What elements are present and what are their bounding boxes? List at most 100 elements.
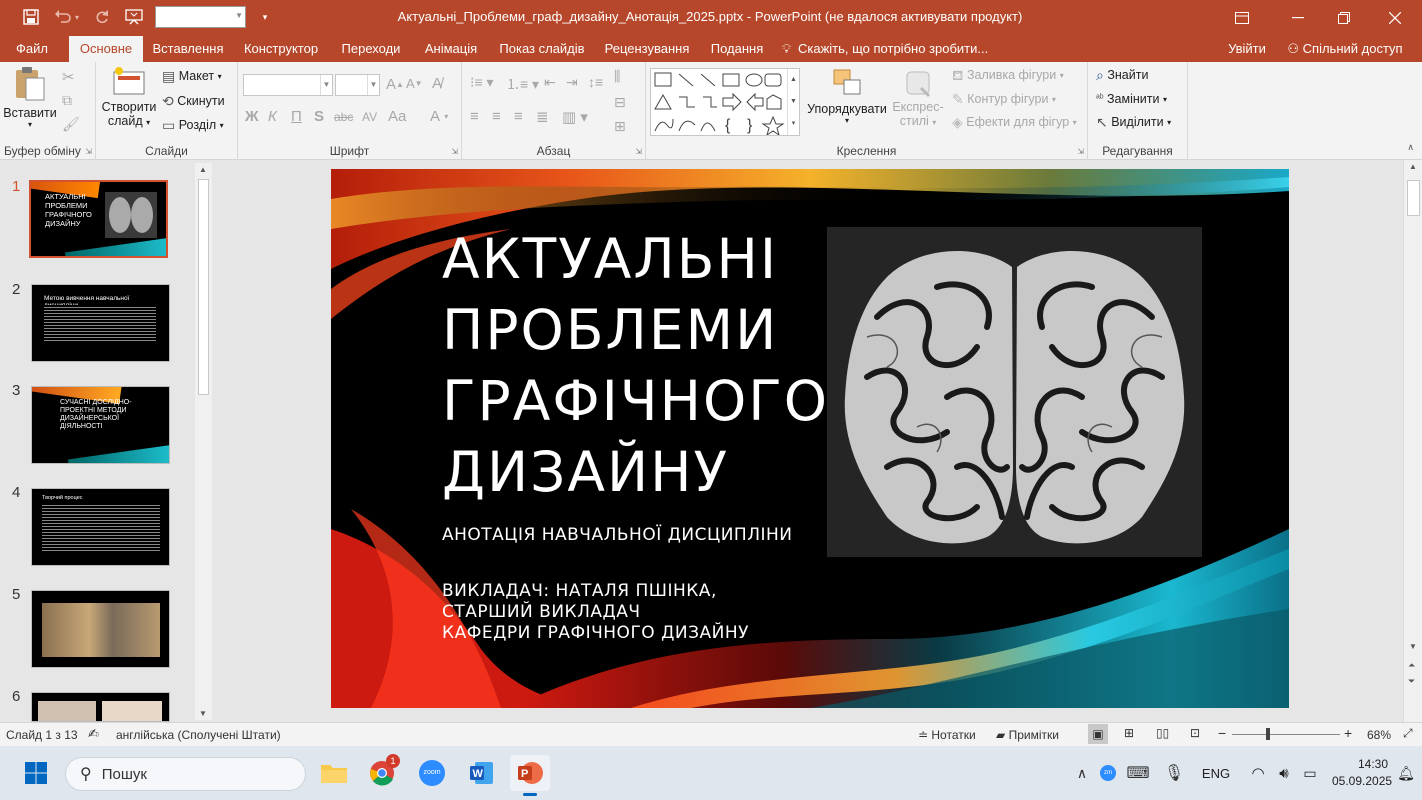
numbering-icon[interactable]: ⒈≡ ▾ xyxy=(506,74,539,94)
collapse-ribbon-icon[interactable]: ∧ xyxy=(1407,142,1414,153)
close-icon[interactable] xyxy=(1372,0,1418,36)
zoom-app-icon[interactable]: zoom xyxy=(414,755,450,791)
line-spacing-icon[interactable]: ↕≡ xyxy=(588,74,603,90)
align-right-icon[interactable]: ≡ xyxy=(514,108,523,125)
dialog-launcher-icon[interactable]: ⇲ xyxy=(85,147,92,156)
scroll-up-icon[interactable]: ▲ xyxy=(1409,162,1417,171)
spellcheck-icon[interactable]: ✍︎ xyxy=(88,726,99,742)
new-slide-button[interactable]: Створити слайд ▾ xyxy=(100,66,158,142)
select-button[interactable]: ↖ Виділити ▾ xyxy=(1096,115,1171,129)
shadow-button[interactable]: S xyxy=(314,108,324,125)
slide-scrollbar[interactable]: ▲ ▼ ⏶ ⏷ xyxy=(1403,160,1422,722)
copy-icon[interactable]: ⧉ xyxy=(62,92,72,109)
zoom-in-icon[interactable]: + xyxy=(1344,725,1352,741)
strikethrough-button[interactable]: abc xyxy=(334,110,353,124)
keyboard-icon[interactable]: ⌨ xyxy=(1120,755,1156,791)
dialog-launcher-icon[interactable]: ⇲ xyxy=(1077,147,1084,156)
shape-effects-button[interactable]: ◈ Ефекти для фігур ▾ xyxy=(952,115,1077,129)
shrink-font-icon[interactable]: A ▼ xyxy=(406,76,423,91)
undo-icon[interactable] xyxy=(52,6,74,28)
tab-design[interactable]: Конструктор xyxy=(237,36,325,62)
change-case-button[interactable]: Aa xyxy=(388,108,406,125)
tab-view[interactable]: Подання xyxy=(704,36,770,62)
justify-icon[interactable]: ≣ xyxy=(536,108,549,126)
text-direction-icon[interactable]: ⫼ xyxy=(614,68,620,85)
scroll-thumb[interactable] xyxy=(198,179,209,395)
paste-button[interactable]: Вставити ▾ xyxy=(3,66,57,140)
next-slide-icon[interactable]: ⏷ xyxy=(1408,676,1415,687)
input-language[interactable]: ENG xyxy=(1198,755,1234,791)
format-painter-icon[interactable]: 🖌︎ xyxy=(62,116,80,133)
arrange-button[interactable]: Упорядкувати ▾ xyxy=(804,68,890,142)
italic-button[interactable]: К xyxy=(268,108,277,125)
tab-insert[interactable]: Вставлення xyxy=(149,36,227,62)
slideshow-icon[interactable]: ⊡ xyxy=(1190,726,1200,740)
scroll-up-icon[interactable]: ▲ xyxy=(199,165,207,174)
save-icon[interactable] xyxy=(20,6,42,28)
tab-animations[interactable]: Анімація xyxy=(416,36,486,62)
font-size-combo[interactable]: ▼ xyxy=(335,74,380,96)
restore-icon[interactable] xyxy=(1321,0,1367,36)
zoom-level[interactable]: 68% xyxy=(1367,728,1391,742)
dialog-launcher-icon[interactable]: ⇲ xyxy=(635,147,642,156)
underline-button[interactable]: П xyxy=(291,108,302,125)
scroll-down-icon[interactable]: ▼ xyxy=(1409,642,1417,651)
tab-review[interactable]: Рецензування xyxy=(598,36,696,62)
lecturer-info[interactable]: ВИКЛАДАЧ: НАТАЛЯ ПШІНКА, СТАРШИЙ ВИКЛАДА… xyxy=(442,581,749,644)
tell-me-box[interactable]: 💡︎ Скажіть, що потрібно зробити... xyxy=(782,36,1012,62)
redo-icon[interactable] xyxy=(92,6,112,28)
zoom-out-icon[interactable]: − xyxy=(1218,725,1226,741)
customize-icon[interactable]: ▾ xyxy=(258,6,272,28)
increase-indent-icon[interactable]: ⇥ xyxy=(566,74,578,91)
chrome-icon[interactable]: 1 xyxy=(364,754,400,791)
zoom-slider[interactable] xyxy=(1232,728,1340,740)
windows-start-icon[interactable] xyxy=(18,755,54,791)
char-spacing-button[interactable]: AV xyxy=(362,110,377,124)
undo-dropdown-icon[interactable]: ▾ xyxy=(73,6,81,28)
font-name-combo[interactable]: ▼ xyxy=(243,74,333,96)
font-color-button[interactable]: A ▾ xyxy=(430,108,448,125)
replace-button[interactable]: ᵃᵇ Замінити ▾ xyxy=(1096,92,1167,106)
battery-icon[interactable]: ▭ xyxy=(1292,755,1328,791)
slide-title[interactable]: АКТУАЛЬНІ ПРОБЛЕМИ ГРАФІЧНОГО ДИЗАЙНУ xyxy=(442,224,827,508)
taskbar-search[interactable]: ⚲ Пошук xyxy=(65,757,306,791)
slide-thumbnail-2[interactable]: Метою вивчення навчальної дисципліни xyxy=(31,284,170,362)
presenter-icon[interactable] xyxy=(123,6,145,28)
layout-button[interactable]: ▤ Макет ▾ xyxy=(162,69,222,83)
clock[interactable]: 14:30 05.09.2025 xyxy=(1332,756,1392,790)
word-icon[interactable]: W xyxy=(464,755,500,791)
slide-1[interactable]: АКТУАЛЬНІ ПРОБЛЕМИ ГРАФІЧНОГО ДИЗАЙНУ АН… xyxy=(331,169,1289,708)
align-center-icon[interactable]: ≡ xyxy=(492,108,501,125)
shape-fill-button[interactable]: ⛾ Заливка фігури ▾ xyxy=(952,68,1064,82)
notes-button[interactable]: ≐ Нотатки xyxy=(918,728,976,742)
reading-view-icon[interactable]: ▯▯ xyxy=(1156,726,1169,740)
align-text-icon[interactable]: ⊟ xyxy=(614,94,626,111)
columns-icon[interactable]: ▥ ▾ xyxy=(562,108,588,126)
fit-slide-icon[interactable]: ⤢ xyxy=(1403,726,1413,741)
slide-sorter-icon[interactable]: ⊞ xyxy=(1124,726,1134,740)
sign-in-link[interactable]: Увійти xyxy=(1222,36,1272,62)
tab-home[interactable]: Основне xyxy=(69,36,143,62)
cut-icon[interactable]: ✂ xyxy=(62,68,75,86)
brain-image[interactable] xyxy=(827,227,1202,557)
font-quick-combo[interactable]: ▼ xyxy=(155,6,246,28)
minimize-icon[interactable] xyxy=(1275,0,1321,36)
shapes-gallery[interactable]: { } ▲ ▼ ▾ xyxy=(650,68,800,137)
powerpoint-icon[interactable]: P xyxy=(510,755,550,796)
scroll-down-icon[interactable]: ▼ xyxy=(199,709,207,718)
smartart-icon[interactable]: ⊞ xyxy=(614,118,626,135)
ribbon-display-icon[interactable] xyxy=(1219,0,1265,36)
microphone-icon[interactable]: 🎙︎ xyxy=(1156,755,1192,791)
slide-subtitle[interactable]: АНОТАЦІЯ НАВЧАЛЬНОЇ ДИСЦИПЛІНИ xyxy=(442,525,792,545)
gallery-scroll[interactable]: ▲ ▼ ▾ xyxy=(787,69,799,135)
reset-button[interactable]: ⟲ Скинути xyxy=(162,94,225,108)
shape-outline-button[interactable]: ✎ Контур фігури ▾ xyxy=(952,92,1056,106)
decrease-indent-icon[interactable]: ⇤ xyxy=(544,74,556,91)
align-left-icon[interactable]: ≡ xyxy=(470,108,479,125)
slide-thumbnail-4[interactable]: Творчий процес xyxy=(31,488,170,566)
bullets-icon[interactable]: ⁝≡ ▾ xyxy=(470,74,494,91)
bold-button[interactable]: Ж xyxy=(245,108,259,125)
tab-file[interactable]: Файл xyxy=(6,36,58,62)
grow-font-icon[interactable]: A ▲ xyxy=(386,76,404,93)
language-indicator[interactable]: англійська (Сполучені Штати) xyxy=(116,728,281,742)
